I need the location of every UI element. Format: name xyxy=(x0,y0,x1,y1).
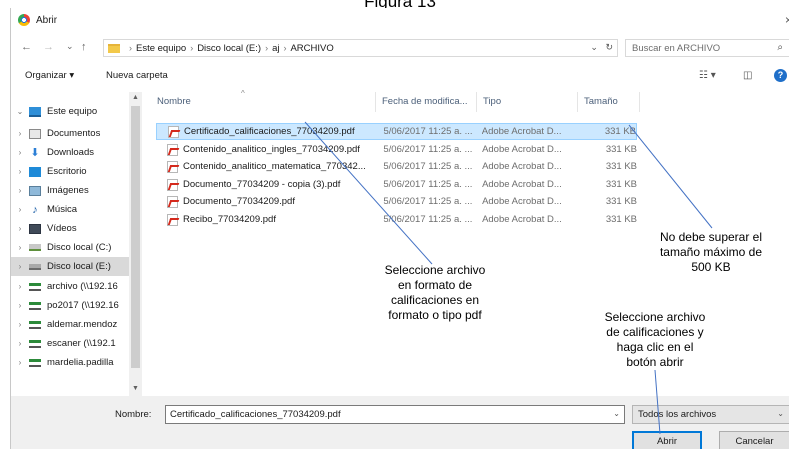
annotation-lines xyxy=(304,121,713,435)
select-callout-line xyxy=(304,121,433,265)
select-annotation: Seleccione archivo en formato de calific… xyxy=(384,263,486,322)
open-callout-line xyxy=(654,369,661,435)
open-annotation: Seleccione archivo de calificaciones y h… xyxy=(604,310,706,369)
size-callout-line xyxy=(628,124,713,229)
size-annotation: No debe superar el tamaño máximo de 500 … xyxy=(659,230,763,274)
